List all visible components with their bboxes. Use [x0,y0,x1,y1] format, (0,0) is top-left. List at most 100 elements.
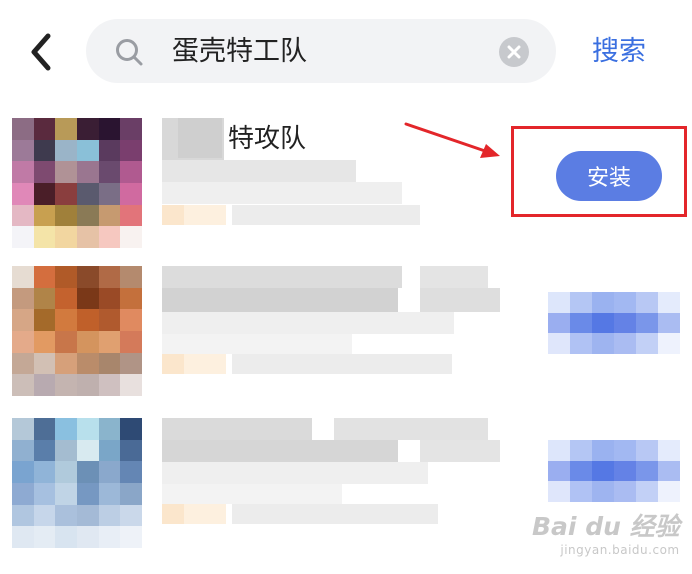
icon-pixel [55,439,77,462]
button-pixel [658,481,680,502]
button-pixel [614,460,636,482]
button-pixel [636,481,658,502]
button-pixel [658,292,680,313]
icon-pixel [76,461,99,483]
icon-pixel [76,287,99,310]
icon-pixel [76,482,99,505]
icon-pixel [12,139,34,162]
blurred-tag [162,205,184,225]
icon-pixel [12,182,34,205]
blurred-meta [162,484,342,504]
icon-pixel [98,266,121,288]
button-pixel [592,440,614,461]
icon-pixel [33,504,56,527]
icon-pixel [98,330,121,353]
icon-pixel [33,287,56,310]
icon-pixel [120,374,142,396]
icon-pixel [76,526,99,548]
icon-pixel [55,526,77,548]
icon-pixel [12,418,34,440]
arrow-annotation-icon [404,122,500,158]
icon-pixel [12,526,34,548]
icon-pixel [120,309,142,331]
icon-pixel [98,461,121,483]
icon-pixel [55,161,77,183]
icon-pixel [120,139,142,162]
icon-pixel [98,204,121,227]
icon-pixel [55,287,77,310]
icon-pixel [76,330,99,353]
button-pixel [614,312,636,334]
app-icon-2[interactable] [12,266,142,396]
icon-pixel [33,461,56,483]
clear-icon [507,45,521,59]
app-icon-3[interactable] [12,418,142,548]
search-icon [116,39,143,66]
install-button-blurred[interactable] [548,292,680,354]
icon-pixel [33,482,56,505]
blurred-description [162,160,356,182]
install-button-blurred[interactable] [548,440,680,502]
icon-pixel [55,182,77,205]
icon-pixel [55,309,77,331]
blurred-name [178,118,222,158]
icon-pixel [98,526,121,548]
icon-pixel [120,461,142,483]
icon-pixel [76,352,99,375]
icon-pixel [12,461,34,483]
icon-pixel [76,504,99,527]
blurred-meta [232,205,420,225]
icon-pixel [12,287,34,310]
baidu-watermark: Bai du 经验 jingyan.baidu.com [532,512,680,558]
button-pixel [658,333,680,354]
back-button[interactable] [22,30,62,74]
icon-pixel [120,504,142,527]
button-pixel [592,333,614,354]
button-pixel [658,460,680,482]
icon-pixel [98,226,121,248]
icon-pixel [33,182,56,205]
icon-pixel [33,439,56,462]
icon-pixel [12,330,34,353]
icon-pixel [33,374,56,396]
blurred-description [162,288,398,312]
icon-pixel [55,374,77,396]
icon-pixel [120,418,142,440]
blurred-name [162,266,402,288]
clear-button[interactable] [499,37,529,67]
install-button[interactable]: 安装 [556,151,662,201]
button-pixel [636,333,658,354]
button-pixel [636,440,658,461]
blurred-name [420,266,488,288]
app-icon-1[interactable] [12,118,142,248]
icon-pixel [12,482,34,505]
blurred-tag [162,354,184,374]
icon-pixel [98,161,121,183]
icon-pixel [76,182,99,205]
blurred-description [162,462,428,484]
blurred-meta [232,354,452,374]
icon-pixel [98,139,121,162]
blurred-tag [184,354,226,374]
icon-pixel [55,226,77,248]
icon-pixel [33,309,56,331]
search-input[interactable] [170,29,494,75]
icon-pixel [33,526,56,548]
blurred-meta [162,334,352,354]
button-pixel [614,333,636,354]
icon-pixel [33,118,56,140]
blurred-description [420,440,500,462]
button-pixel [570,481,592,502]
icon-pixel [55,139,77,162]
search-button[interactable]: 搜索 [592,34,646,70]
button-pixel [658,312,680,334]
icon-pixel [98,374,121,396]
blurred-meta [232,504,438,524]
button-pixel [592,481,614,502]
button-pixel [614,292,636,313]
icon-pixel [55,266,77,288]
icon-pixel [98,182,121,205]
icon-pixel [55,482,77,505]
blurred-description [420,288,500,312]
icon-pixel [12,309,34,331]
